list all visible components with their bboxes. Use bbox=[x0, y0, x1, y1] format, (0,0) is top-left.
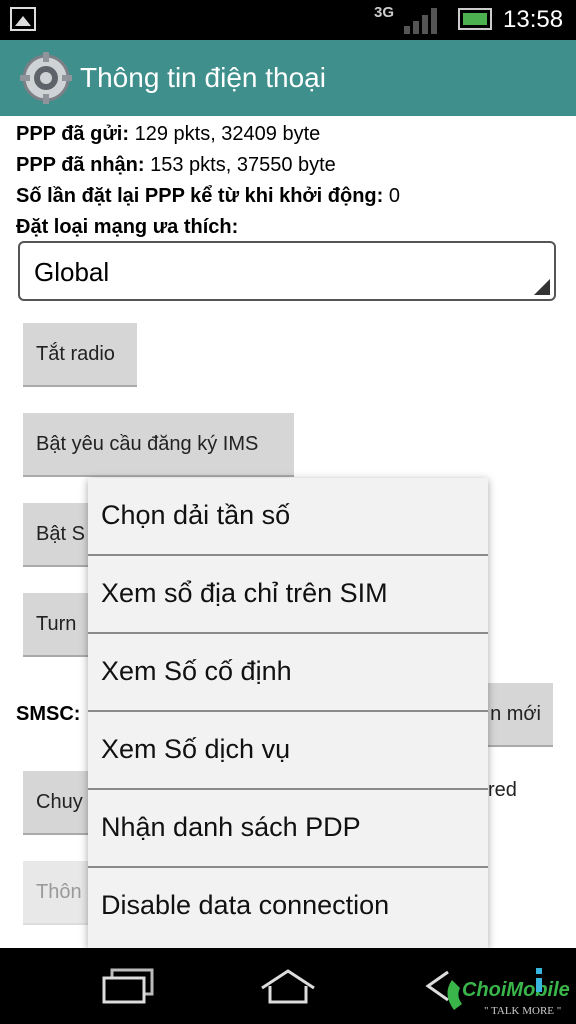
menu-item-disable-data[interactable]: Disable data connection bbox=[88, 868, 488, 946]
clock: 13:58 bbox=[503, 6, 564, 33]
ppp-reset-row: Số lần đặt lại PPP kể từ khi khởi động: … bbox=[16, 185, 400, 207]
menu-item-sim-address-book[interactable]: Xem sổ địa chỉ trên SIM bbox=[88, 556, 488, 634]
battery-icon bbox=[458, 8, 492, 30]
recent-apps-icon[interactable] bbox=[100, 968, 156, 1004]
dropdown-arrow-icon bbox=[534, 279, 550, 295]
image-notification-icon bbox=[10, 7, 36, 31]
network-type-spinner[interactable]: Global bbox=[18, 241, 556, 301]
svg-text:" TALK MORE ": " TALK MORE " bbox=[484, 1005, 561, 1017]
choimobile-watermark-logo: ChoiMobile " TALK MORE " bbox=[447, 968, 570, 1017]
signal-icon bbox=[404, 8, 437, 34]
radio-off-button[interactable]: Tắt radio bbox=[23, 323, 137, 387]
gear-icon bbox=[20, 52, 72, 104]
ims-registration-button[interactable]: Bật yêu cầu đăng ký IMS bbox=[23, 413, 294, 477]
options-menu: Chọn dải tần số Xem sổ địa chỉ trên SIM … bbox=[88, 478, 488, 948]
page-title: Thông tin điện thoại bbox=[80, 62, 326, 93]
status-bar: 3G 13:58 bbox=[0, 0, 576, 40]
ppp-sent-row: PPP đã gửi: 129 pkts, 32409 byte bbox=[16, 123, 321, 145]
menu-item-pdp-list[interactable]: Nhận danh sách PDP bbox=[88, 790, 488, 868]
network-type: 3G bbox=[374, 4, 395, 21]
preferred-network-label: Đặt loại mạng ưa thích: bbox=[16, 216, 239, 238]
svg-text:ChoiMobile: ChoiMobile bbox=[462, 979, 570, 1001]
smsc-label: SMSC: bbox=[16, 703, 81, 725]
menu-item-service-dialing[interactable]: Xem Số dịch vụ bbox=[88, 712, 488, 790]
ppp-received-row: PPP đã nhận: 153 pkts, 37550 byte bbox=[16, 154, 336, 176]
spinner-value: Global bbox=[34, 257, 110, 287]
menu-item-fixed-dialing[interactable]: Xem Số cố định bbox=[88, 634, 488, 712]
app-bar: Thông tin điện thoại bbox=[0, 40, 576, 116]
menu-item-select-band[interactable]: Chọn dải tần số bbox=[88, 478, 488, 556]
partial-status-text: red bbox=[488, 779, 517, 801]
home-icon[interactable] bbox=[258, 968, 318, 1006]
